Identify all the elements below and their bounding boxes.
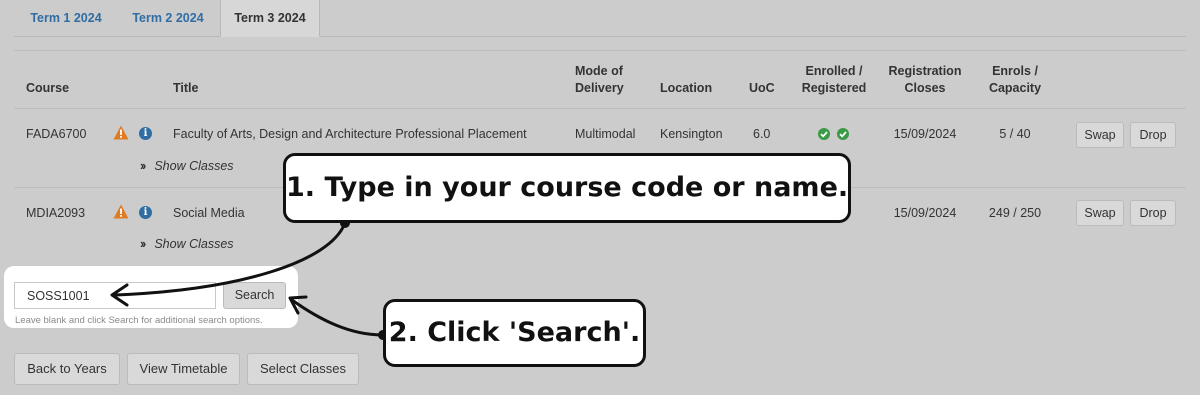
swap-button[interactable]: Swap xyxy=(1076,200,1124,226)
header-location: Location xyxy=(660,81,713,95)
warning-icon[interactable] xyxy=(113,125,129,140)
drop-button[interactable]: Drop xyxy=(1130,122,1176,148)
swap-button[interactable]: Swap xyxy=(1076,122,1124,148)
tab-term-3-2024[interactable]: Term 3 2024 xyxy=(220,0,320,37)
drop-button[interactable]: Drop xyxy=(1130,200,1176,226)
header-uoc: UoC xyxy=(749,81,775,95)
table-top-divider xyxy=(14,50,1186,51)
step2-callout: 2. Click 'Search'. xyxy=(383,299,646,367)
enrols-capacity: 5 / 40 xyxy=(999,127,1031,141)
search-button[interactable]: Search xyxy=(223,282,286,309)
header-course: Course xyxy=(26,81,70,95)
uoc: 6.0 xyxy=(753,127,771,141)
enrols-capacity: 249 / 250 xyxy=(988,206,1042,220)
header-enrolled-registered: Enrolled / Registered xyxy=(801,64,867,95)
tab-term-2-2024[interactable]: Term 2 2024 xyxy=(120,0,216,36)
header-mode-of-delivery: Mode of Delivery xyxy=(575,64,624,95)
tab-term-1-2024[interactable]: Term 1 2024 xyxy=(18,0,114,36)
mode-of-delivery: Multimodal xyxy=(575,127,636,141)
course-title: Social Media xyxy=(173,206,245,220)
double-chevron-right-icon: ›› xyxy=(140,159,146,173)
back-to-years-button[interactable]: Back to Years xyxy=(14,353,120,385)
info-icon[interactable]: i xyxy=(139,127,152,140)
term-tabs: Term 1 2024 Term 2 2024 Term 3 2024 xyxy=(14,0,1186,37)
enrolled-check-icon xyxy=(818,128,830,140)
course-title: Faculty of Arts, Design and Architecture… xyxy=(173,127,527,141)
info-icon[interactable]: i xyxy=(139,206,152,219)
course-code: MDIA2093 xyxy=(26,206,86,220)
registration-closes: 15/09/2024 xyxy=(893,206,957,220)
location: Kensington xyxy=(660,127,723,141)
double-chevron-right-icon: ›› xyxy=(140,237,146,251)
show-classes-link[interactable]: ›› Show Classes xyxy=(140,237,234,251)
step1-callout: 1. Type in your course code or name. xyxy=(283,153,851,223)
view-timetable-button[interactable]: View Timetable xyxy=(127,353,240,385)
header-divider xyxy=(14,108,1186,109)
header-title: Title xyxy=(173,81,199,95)
course-search-input[interactable] xyxy=(14,282,216,309)
show-classes-link[interactable]: ›› Show Classes xyxy=(140,159,234,173)
header-registration-closes: Registration Closes xyxy=(888,64,962,95)
warning-icon[interactable] xyxy=(113,204,129,219)
course-code: FADA6700 xyxy=(26,127,87,141)
search-hint: Leave blank and click Search for additio… xyxy=(15,315,263,326)
select-classes-button[interactable]: Select Classes xyxy=(247,353,359,385)
header-enrols-capacity: Enrols / Capacity xyxy=(988,64,1042,95)
registration-closes: 15/09/2024 xyxy=(893,127,957,141)
registered-check-icon xyxy=(837,128,849,140)
